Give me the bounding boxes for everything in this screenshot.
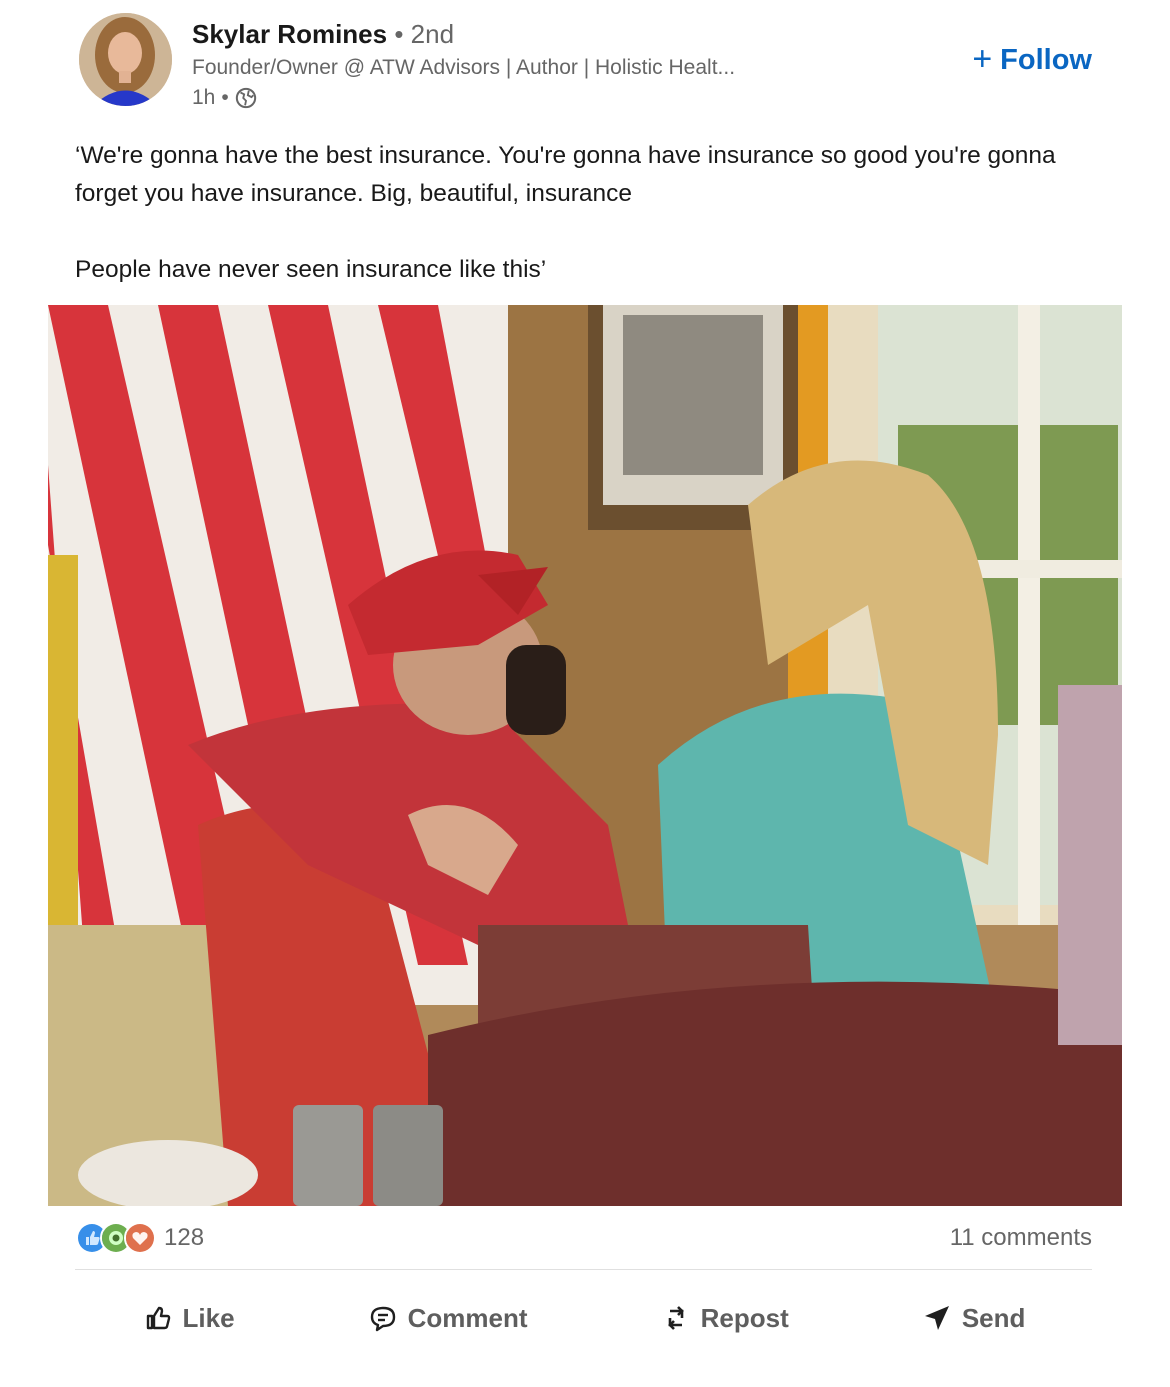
post-image[interactable] [48,305,1122,1206]
comments-count[interactable]: 11 comments [950,1224,1092,1252]
follow-button[interactable]: + Follow [972,40,1092,78]
like-button[interactable]: Like [143,1303,235,1334]
action-bar: Like Comment Repost Send [76,1290,1092,1346]
plus-icon: + [972,40,993,78]
repost-icon [661,1303,691,1333]
photo-illustration [48,305,1122,1206]
thumbs-up-icon [143,1303,173,1333]
name-row: Skylar Romines • 2nd [192,17,892,51]
repost-label: Repost [700,1302,789,1333]
comment-label: Comment [407,1302,528,1333]
post-text-line-2: People have never seen insurance like th… [75,256,547,283]
comment-button[interactable]: Comment [368,1303,528,1334]
send-button[interactable]: Send [922,1302,1026,1334]
social-counts: 128 11 comments [76,1220,1092,1256]
author-name[interactable]: Skylar Romines [192,19,387,49]
post-time: 1h [192,86,216,109]
post-text: ‘We're gonna have the best insurance. Yo… [75,137,1105,289]
love-reaction-icon [124,1222,156,1254]
comment-icon [368,1303,398,1333]
post-text-line-1: ‘We're gonna have the best insurance. Yo… [75,142,1056,207]
reaction-count: 128 [164,1224,205,1251]
author-avatar[interactable] [79,13,172,106]
author-headline: Founder/Owner @ ATW Advisors | Author | … [192,56,736,79]
meta-separator: • [221,86,229,109]
send-label: Send [961,1302,1026,1333]
divider [75,1269,1092,1270]
connection-degree: 2nd [410,19,455,49]
send-icon [922,1303,952,1333]
repost-button[interactable]: Repost [661,1303,789,1334]
globe-icon [235,87,257,109]
like-label: Like [182,1302,235,1333]
post-meta: 1h • [192,83,892,113]
separator-dot: • [387,19,411,49]
reactions-summary[interactable]: 128 [76,1222,204,1254]
follow-label: Follow [1000,44,1092,76]
avatar-image [79,13,172,106]
author-info: Skylar Romines • 2nd Founder/Owner @ ATW… [192,17,892,113]
